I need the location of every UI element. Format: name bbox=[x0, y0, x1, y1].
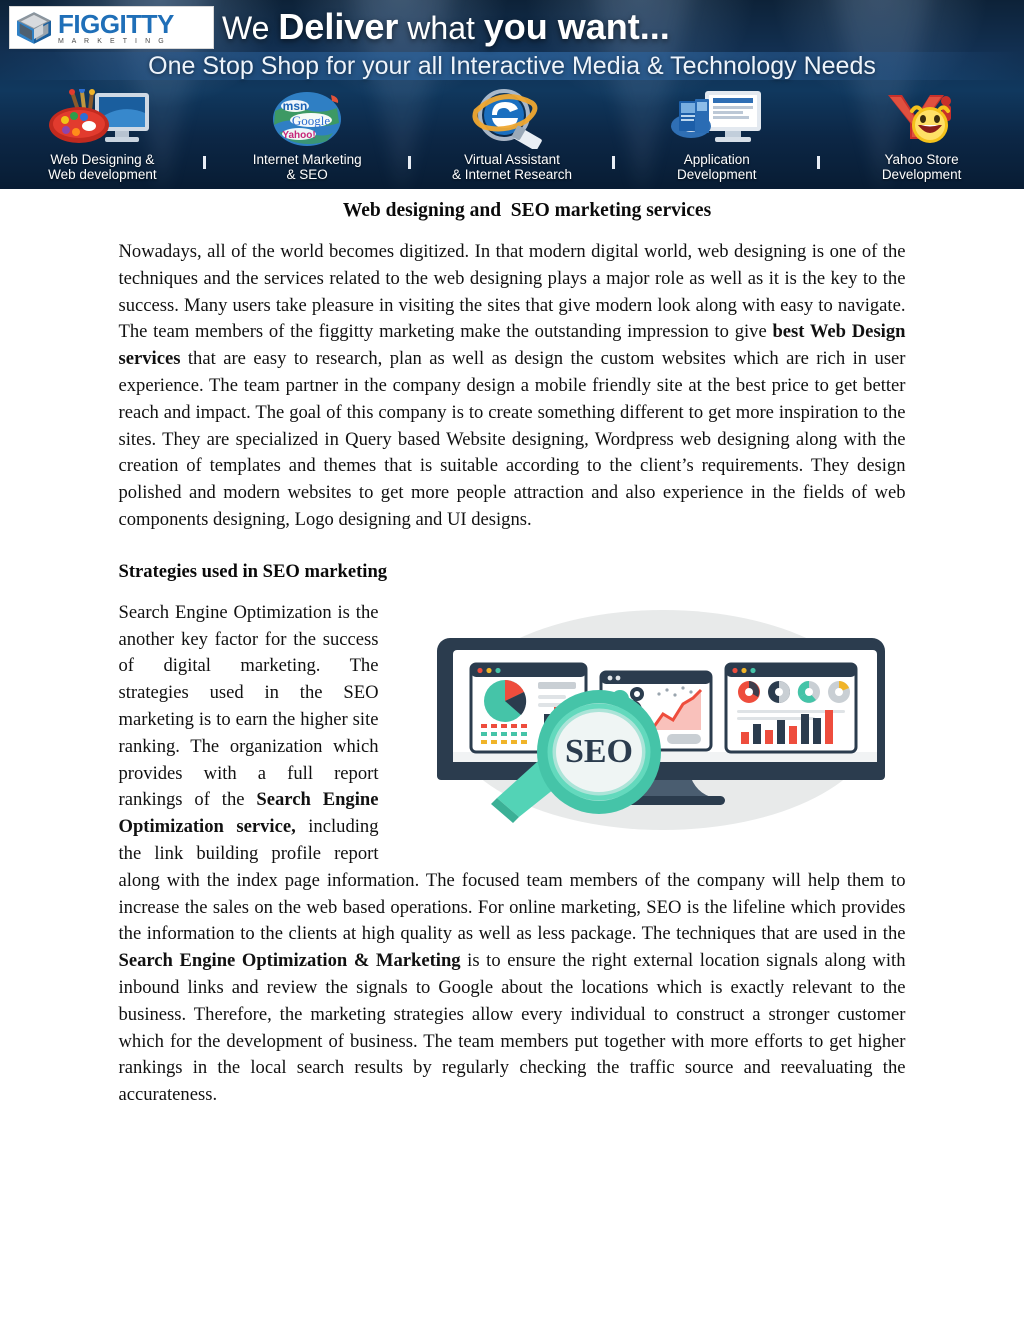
company-logo[interactable]: FIGGITTY M A R K E T I N G bbox=[9, 6, 214, 49]
svg-text:Yahoo!: Yahoo! bbox=[283, 130, 316, 141]
svg-text:Google: Google bbox=[292, 113, 331, 128]
service-label: Internet Marketing & SEO bbox=[252, 152, 362, 182]
service-label: Web Designing & Web development bbox=[48, 152, 157, 182]
service-item-application-development[interactable]: Application Development bbox=[614, 88, 821, 188]
banner-headline: We Deliver what you want... bbox=[222, 6, 670, 48]
seo-monitor-magnifier-illustration: SEO bbox=[436, 609, 885, 830]
hexagon-cube-logo-icon bbox=[17, 11, 51, 44]
service-label: Virtual Assistant & Internet Research bbox=[451, 152, 573, 182]
section-heading-strategies: Strategies used in SEO marketing bbox=[118, 560, 388, 582]
services-row: Web Designing & Web development msn Goog… bbox=[0, 88, 1024, 188]
yahoo-smiley-icon bbox=[872, 88, 972, 150]
headline-part-youwant: you want... bbox=[483, 6, 670, 47]
document-page: Web designing and SEO marketing services… bbox=[0, 200, 1024, 1109]
logo-tagline: M A R K E T I N G bbox=[58, 37, 167, 45]
paragraph-strategies: SEO Search Engine Optimization is the an… bbox=[119, 600, 906, 1109]
svg-text:msn: msn bbox=[283, 99, 308, 113]
paragraph-strategies-text-a: Search Engine Optimization is the anothe… bbox=[118, 601, 379, 811]
headline-part-we: We bbox=[222, 10, 279, 46]
service-item-yahoo-store[interactable]: Yahoo Store Development bbox=[819, 88, 1024, 188]
monitor-software-box-icon bbox=[667, 88, 767, 150]
paragraph-strategies-text-c: is to ensure the right external location… bbox=[118, 950, 906, 1106]
headline-part-deliver: Deliver bbox=[278, 6, 399, 47]
search-engines-globe-icon: msn Google Yahoo! bbox=[261, 88, 353, 150]
document-content: Nowadays, all of the world becomes digit… bbox=[119, 239, 906, 1109]
browser-magnifier-icon bbox=[462, 88, 562, 150]
page-title: Web designing and SEO marketing services bbox=[342, 200, 712, 221]
paint-palette-monitor-icon bbox=[47, 88, 157, 150]
paragraph-strategies-bold-2: Search Engine Optimization & Marketing bbox=[118, 950, 461, 972]
service-item-web-designing[interactable]: Web Designing & Web development bbox=[0, 88, 206, 188]
site-banner: FIGGITTY M A R K E T I N G We Deliver wh… bbox=[0, 0, 1024, 189]
banner-subheadline: One Stop Shop for your all Interactive M… bbox=[148, 52, 876, 80]
service-label: Yahoo Store Development bbox=[881, 152, 962, 182]
magnifier-seo-label: SEO bbox=[564, 733, 632, 770]
service-item-virtual-assistant[interactable]: Virtual Assistant & Internet Research bbox=[410, 88, 616, 188]
service-label: Application Development bbox=[677, 152, 757, 182]
paragraph-intro-text-b: that are easy to research, plan as well … bbox=[118, 348, 906, 530]
headline-part-what: what bbox=[398, 10, 484, 46]
paragraph-intro: Nowadays, all of the world becomes digit… bbox=[119, 239, 906, 534]
logo-wordmark: FIGGITTY M A R K E T I N G bbox=[58, 11, 174, 45]
logo-name: FIGGITTY bbox=[58, 8, 174, 39]
service-item-internet-marketing[interactable]: msn Google Yahoo! Internet Marketing & S… bbox=[205, 88, 411, 188]
